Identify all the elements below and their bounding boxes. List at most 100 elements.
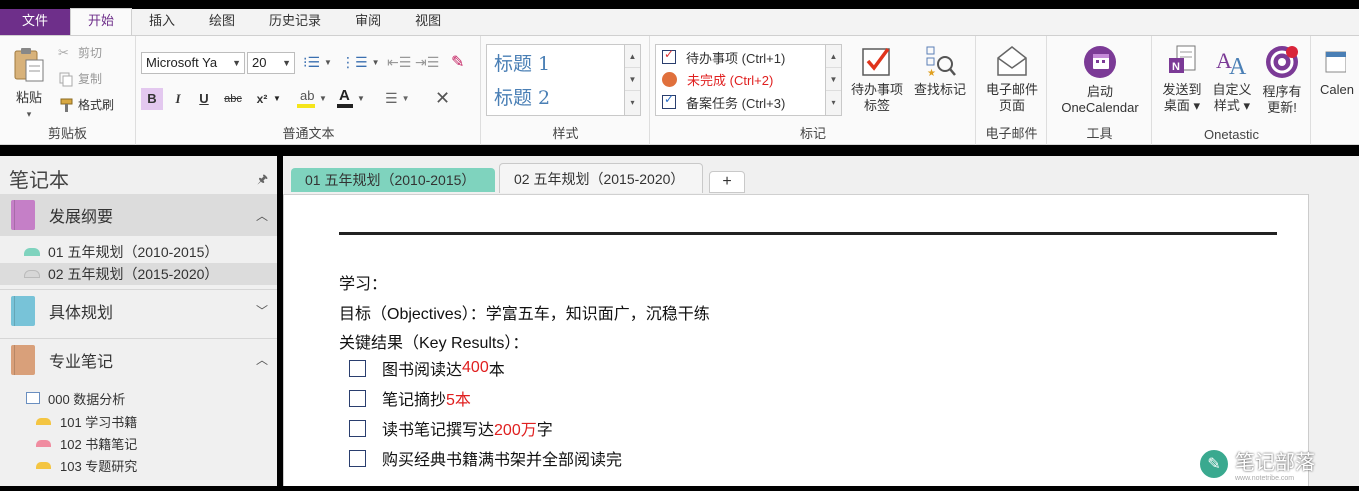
onenote-send-icon: N [1169, 45, 1196, 73]
custom-styles-button[interactable]: A A 自定义 样式 ▾ [1207, 44, 1257, 114]
tab-file[interactable]: 文件 [0, 9, 70, 35]
italic-button[interactable]: I [167, 88, 189, 110]
tag-backup-task[interactable]: ✓ 备案任务 (Ctrl+3) [662, 91, 785, 113]
strikethrough-button[interactable]: abc [219, 88, 247, 110]
tab-home[interactable]: 开始 [70, 8, 133, 35]
underline-button[interactable]: U [193, 88, 215, 110]
onecalendar-line1: 启动 [1086, 84, 1113, 99]
tab-draw[interactable]: 绘图 [192, 9, 252, 35]
calendar-icon [1325, 51, 1347, 73]
scroll-up-icon[interactable]: ▲ [625, 45, 640, 68]
scroll-down-icon[interactable]: ▼ [625, 68, 640, 91]
section-item-topic-research[interactable]: 103 专题研究 [36, 454, 137, 476]
pin-icon[interactable]: 🖈 [257, 170, 268, 191]
tag-todo-label: 待办事项 (Ctrl+1) [686, 50, 786, 66]
email-page-button[interactable]: 电子邮件 页面 [981, 44, 1043, 114]
expand-gallery-icon[interactable]: ▾ [826, 91, 841, 114]
key-results-line[interactable]: 关键结果（Key Results）： [339, 329, 528, 353]
tab-view[interactable]: 视图 [398, 9, 458, 35]
increase-indent-button[interactable]: ⇥☰ [415, 54, 439, 71]
superscript-button[interactable]: x² [249, 88, 275, 110]
onetastic-group-label: Onetastic [1204, 127, 1259, 142]
todo-tag-button[interactable]: 待办事项 标签 [846, 44, 908, 114]
objectives-line[interactable]: 目标（Objectives）：学富五车，知识面广，沉稳干练 [339, 300, 710, 324]
section-group-development[interactable]: 发展纲要 ︿ [0, 194, 277, 236]
copy-label: 复制 [78, 72, 103, 86]
chevron-down-icon[interactable]: ﹀ [256, 302, 268, 319]
bold-button[interactable]: B [141, 88, 163, 110]
section-group-plans[interactable]: 具体规划 ﹀ [0, 289, 277, 331]
section-item-2010[interactable]: 01 五年规划（2010-2015） [0, 241, 277, 263]
section-group-professional[interactable]: 专业笔记 ︿ [0, 338, 277, 380]
section-tab-2015[interactable]: 02 五年规划（2015-2020） [499, 163, 703, 193]
tab-insert[interactable]: 插入 [132, 9, 192, 35]
styles-group-label: 样式 [552, 126, 579, 141]
basic-text-group-label: 普通文本 [282, 126, 335, 141]
decrease-indent-button[interactable]: ⇤☰ [387, 54, 411, 71]
start-onecalendar-button[interactable]: 启动 OneCalendar [1052, 44, 1148, 116]
font-size-combo[interactable]: 20 ▼ [247, 52, 295, 74]
expand-gallery-icon[interactable]: ▾ [625, 91, 640, 114]
checkbox[interactable] [349, 389, 366, 407]
todo-item[interactable]: 笔记摘抄 5本 [349, 386, 471, 410]
todo-text: 图书阅读达 [382, 362, 463, 379]
section-tab-icon [24, 248, 40, 256]
todo-item[interactable]: 读书笔记撰写达 200万字 [349, 416, 553, 440]
section-tab-icon [24, 270, 40, 278]
highlight-button[interactable]: ab ▼ [297, 88, 327, 108]
todo-item[interactable]: 图书阅读达 400 本 [349, 356, 505, 380]
chevron-down-icon: ▼ [319, 93, 327, 103]
copy-button[interactable]: 复制 [58, 70, 102, 87]
email-line2: 页面 [998, 98, 1025, 113]
add-section-button[interactable]: + [709, 171, 745, 193]
style-heading-2[interactable]: 标题 2 [494, 83, 550, 110]
clear-formatting-button[interactable]: ✎ [451, 52, 464, 72]
send-to-desktop-button[interactable]: N 发送到 桌面 ▾ [1157, 44, 1207, 114]
nav-title: 笔记本 [9, 170, 69, 192]
calendar-partial-label: Calen [1320, 82, 1354, 97]
tag-todo[interactable]: ✓ 待办事项 (Ctrl+1) [662, 46, 785, 68]
section-item-2015[interactable]: 02 五年规划（2015-2020） [0, 263, 277, 285]
scissors-icon: ✂ [58, 44, 69, 60]
styles-scroll[interactable]: ▲ ▼ ▾ [624, 45, 640, 115]
tags-scroll[interactable]: ▲ ▼ ▾ [825, 45, 841, 115]
find-tags-button[interactable]: ★ 查找标记 [910, 44, 970, 98]
todo-item[interactable]: 购买经典书籍满书架并全部阅读完 [349, 446, 622, 470]
style-heading-1[interactable]: 标题 1 [494, 49, 550, 76]
numbering-button[interactable]: ⋮☰ ▼ [341, 54, 379, 71]
checkbox[interactable] [349, 359, 366, 377]
sub-label: 000 数据分析 [48, 391, 126, 407]
scroll-down-icon[interactable]: ▼ [826, 68, 841, 91]
notebook-icon [11, 200, 35, 230]
font-color-button[interactable]: A ▼ [337, 87, 365, 108]
tag-incomplete[interactable]: 未完成 (Ctrl+2) [662, 68, 773, 90]
update-line1: 程序有 [1262, 84, 1302, 99]
tab-review[interactable]: 审阅 [338, 9, 398, 35]
section-item-study-books[interactable]: 101 学习书籍 [36, 410, 137, 432]
watermark: ✎ 笔记部落 www.notetribe.com [1197, 443, 1359, 485]
section-tab-2010[interactable]: 01 五年规划（2010-2015） [291, 168, 495, 192]
format-painter-button[interactable]: 格式刷 [58, 96, 114, 113]
page-canvas[interactable]: 学习： 目标（Objectives）：学富五车，知识面广，沉稳干练 关键结果（K… [283, 194, 1308, 486]
scroll-up-icon[interactable]: ▲ [826, 45, 841, 68]
font-name-combo[interactable]: Microsoft Ya ▼ [141, 52, 245, 74]
page-heading[interactable]: 学习： [339, 270, 387, 294]
chevron-up-icon[interactable]: ︿ [256, 207, 268, 224]
delete-button[interactable]: ✕ [435, 88, 450, 109]
cut-button[interactable]: ✂ 剪切 [58, 44, 102, 61]
todo-text: 笔记摘抄 [382, 392, 447, 409]
tab-history[interactable]: 历史记录 [252, 9, 338, 35]
align-button[interactable]: ☰ ▼ [385, 90, 409, 107]
section-group-data-analysis[interactable]: 000 数据分析 [26, 387, 125, 409]
checkbox[interactable] [349, 419, 366, 437]
program-update-button[interactable]: 程序有 更新! [1257, 44, 1307, 116]
paste-button[interactable]: 粘贴 ▾ [8, 46, 50, 122]
section-item-book-notes[interactable]: 102 书籍笔记 [36, 432, 137, 454]
bullets-button[interactable]: ⁝☰ ▼ [303, 54, 332, 71]
clipboard-icon [14, 48, 44, 82]
email-group: 电子邮件 页面 电子邮件 [977, 36, 1047, 145]
calendar-button-partial[interactable]: Calen [1316, 44, 1359, 98]
checkbox[interactable] [349, 449, 366, 467]
todo-text: 读书笔记撰写达 [382, 422, 495, 439]
chevron-up-icon[interactable]: ︿ [256, 351, 268, 368]
